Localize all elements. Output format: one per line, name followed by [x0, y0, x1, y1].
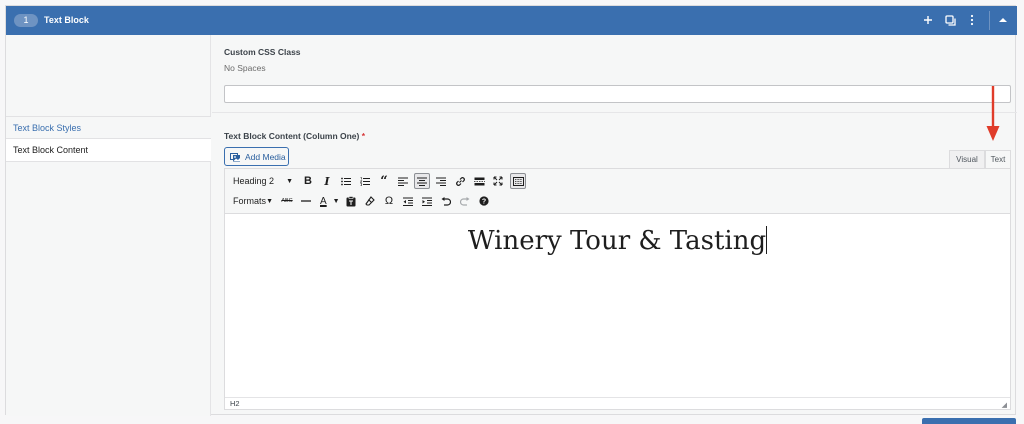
duplicate-icon[interactable] — [943, 13, 957, 27]
toolbar-toggle-icon[interactable] — [510, 173, 526, 189]
add-media-icon — [230, 152, 240, 161]
header-divider — [989, 11, 990, 30]
blockquote-icon[interactable]: “ — [376, 173, 392, 189]
bullet-list-icon[interactable] — [338, 173, 354, 189]
tab-visual[interactable]: Visual — [949, 150, 985, 168]
add-media-button[interactable]: Add Media — [224, 147, 289, 166]
section-divider — [212, 112, 1017, 113]
bottom-action-button[interactable] — [922, 418, 1016, 424]
sidebar-item-text-block-content[interactable]: Text Block Content — [6, 139, 211, 162]
formats-menu[interactable]: Formats ▼ — [229, 193, 275, 209]
settings-main: Custom CSS Class No Spaces Text Block Co… — [212, 35, 1017, 416]
content-label: Text Block Content (Column One) * — [224, 131, 365, 141]
align-center-icon[interactable] — [414, 173, 430, 189]
link-icon[interactable] — [452, 173, 468, 189]
collapse-icon[interactable] — [996, 13, 1010, 27]
tab-text[interactable]: Text — [985, 150, 1011, 168]
block-format-value: Heading 2 — [233, 176, 275, 186]
horizontal-line-icon[interactable] — [298, 193, 314, 209]
read-more-icon[interactable] — [471, 173, 487, 189]
css-class-input[interactable] — [224, 85, 1011, 103]
rich-text-editor: Heading 2 ▼ B I “ Formats ▼ ABC A ▼ Ω ? … — [224, 168, 1011, 410]
special-character-icon[interactable]: Ω — [381, 193, 397, 209]
svg-text:?: ? — [482, 199, 486, 206]
indent-icon[interactable] — [419, 193, 435, 209]
fullscreen-icon[interactable] — [490, 173, 506, 189]
italic-icon[interactable]: I — [319, 173, 335, 189]
numbered-list-icon[interactable] — [357, 173, 373, 189]
text-cursor — [766, 226, 768, 254]
red-arrow-icon — [986, 86, 1000, 141]
strikethrough-icon[interactable]: ABC — [279, 193, 295, 209]
heading-text: Winery Tour & Tasting — [467, 226, 767, 256]
outdent-icon[interactable] — [400, 193, 416, 209]
sidebar-item-text-block-styles[interactable]: Text Block Styles — [6, 116, 211, 139]
align-right-icon[interactable] — [433, 173, 449, 189]
chevron-down-icon: ▼ — [286, 177, 293, 185]
plus-icon[interactable] — [921, 13, 935, 27]
resize-handle-icon[interactable]: ◢ — [1002, 400, 1007, 412]
panel-header[interactable]: 1 Text Block — [6, 6, 1017, 35]
redo-icon[interactable] — [457, 193, 473, 209]
editor-content-area[interactable]: Winery Tour & Tasting — [225, 214, 1010, 397]
add-media-label: Add Media — [245, 151, 286, 162]
text-block-panel: 1 Text Block Text Block Styles Text Bloc… — [5, 5, 1017, 416]
help-icon[interactable]: ? — [476, 193, 492, 209]
element-path[interactable]: H2 — [230, 399, 240, 408]
block-number-badge: 1 — [14, 14, 38, 27]
css-class-label: Custom CSS Class — [224, 47, 301, 57]
text-color-icon[interactable]: A ▼ — [317, 193, 341, 209]
block-format-select[interactable]: Heading 2 ▼ — [229, 173, 295, 189]
align-left-icon[interactable] — [395, 173, 411, 189]
clear-formatting-icon[interactable] — [362, 193, 378, 209]
editor-toolbar: Heading 2 ▼ B I “ Formats ▼ ABC A ▼ Ω ? — [225, 169, 1010, 214]
css-class-hint: No Spaces — [224, 63, 266, 73]
formats-label: Formats — [233, 196, 267, 206]
more-vertical-icon[interactable] — [965, 13, 979, 27]
undo-icon[interactable] — [438, 193, 454, 209]
settings-sidebar: Text Block Styles Text Block Content — [6, 35, 211, 416]
content-label-text: Text Block Content (Column One) — [224, 131, 360, 141]
required-mark: * — [361, 131, 366, 141]
chevron-down-icon: ▼ — [266, 197, 273, 205]
panel-title: Text Block — [44, 15, 89, 25]
heading-content[interactable]: Winery Tour & Tasting — [225, 226, 1010, 256]
editor-status-bar: H2 ◢ — [225, 397, 1010, 409]
bold-icon[interactable]: B — [300, 173, 316, 189]
paste-as-text-icon[interactable] — [343, 193, 359, 209]
